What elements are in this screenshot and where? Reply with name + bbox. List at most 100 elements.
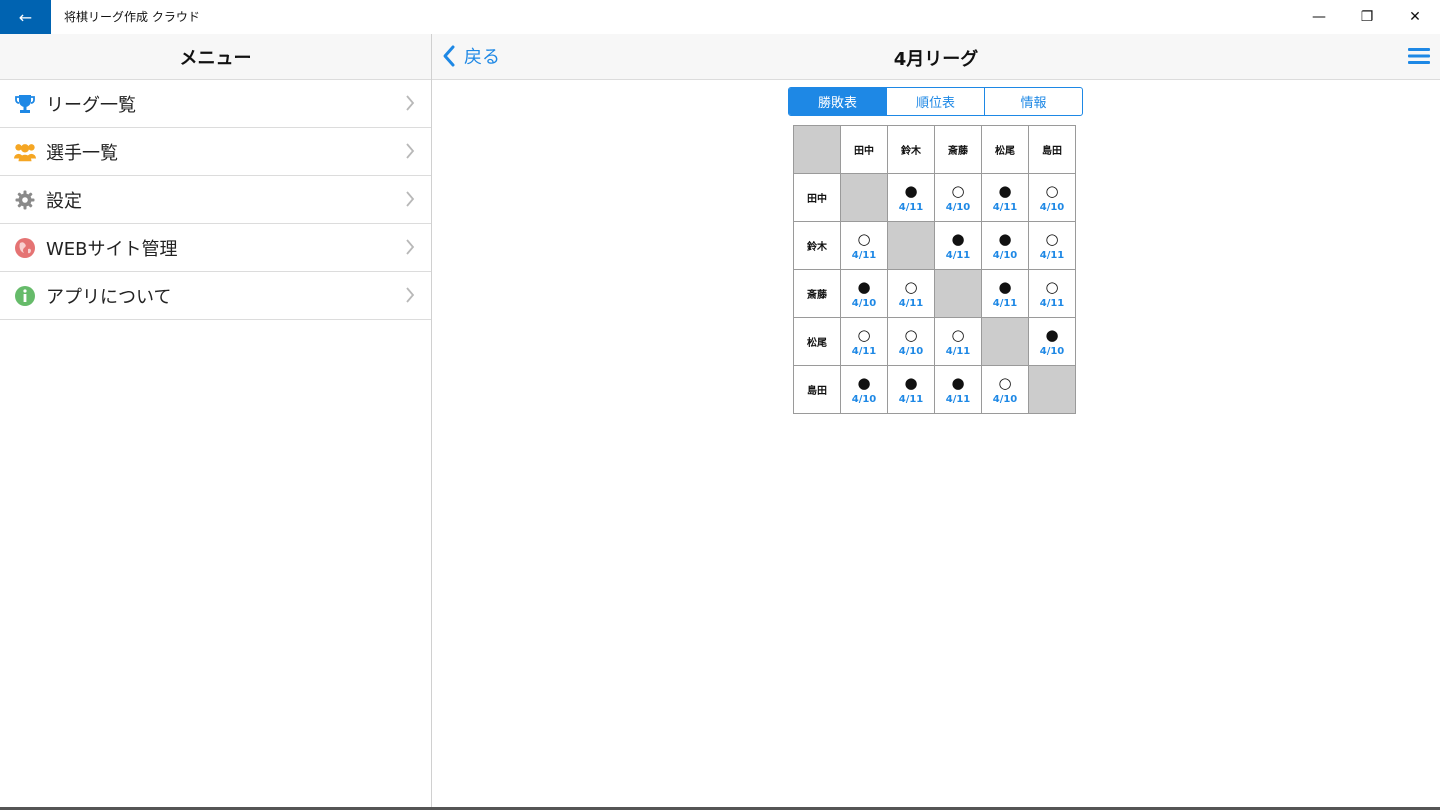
result-mark: ● (998, 181, 1012, 200)
diagonal-cell (887, 221, 935, 270)
main-header: 戻る 4月リーグ (432, 34, 1440, 80)
arrow-left-icon: ← (18, 7, 33, 27)
result-mark: ○ (998, 373, 1012, 392)
result-cell[interactable]: ● 4/10 (840, 269, 888, 318)
tab-standings[interactable]: 順位表 (886, 88, 984, 115)
result-mark: ● (951, 229, 965, 248)
close-button[interactable]: ✕ (1392, 0, 1438, 34)
result-date: 4/11 (851, 249, 877, 261)
result-date: 4/10 (992, 249, 1018, 261)
sidebar-item-label: 選手一覧 (46, 142, 118, 164)
sidebar-title: メニュー (0, 34, 431, 80)
result-mark: ● (904, 373, 918, 392)
table-row: 田中 ● 4/11 ○ 4/10 ● 4/11 ○ 4/10 (793, 173, 1076, 222)
result-date: 4/11 (851, 345, 877, 357)
result-date: 4/11 (992, 201, 1018, 213)
table-header-row: 田中 鈴木 斎藤 松尾 島田 (793, 125, 1076, 174)
result-cell[interactable]: ● 4/11 (981, 173, 1029, 222)
result-mark: ○ (857, 229, 871, 248)
result-cell[interactable]: ○ 4/11 (1028, 269, 1076, 318)
chevron-right-icon (406, 239, 415, 255)
sidebar-item-settings[interactable]: 設定 (0, 176, 431, 224)
result-cell[interactable]: ● 4/11 (887, 365, 935, 414)
window-back-button[interactable]: ← (0, 0, 51, 34)
result-cell[interactable]: ○ 4/11 (840, 221, 888, 270)
result-mark: ○ (904, 325, 918, 344)
result-date: 4/10 (898, 345, 924, 357)
chevron-right-icon (406, 191, 415, 207)
result-cell[interactable]: ● 4/11 (934, 365, 982, 414)
result-mark: ○ (1045, 277, 1059, 296)
app-title: 将棋リーグ作成 クラウド (64, 10, 200, 24)
corner-cell (793, 125, 841, 174)
globe-icon (13, 236, 37, 260)
result-cell[interactable]: ● 4/11 (934, 221, 982, 270)
result-cell[interactable]: ○ 4/10 (887, 317, 935, 366)
result-mark: ● (857, 373, 871, 392)
sidebar-item-league-list[interactable]: リーグ一覧 (0, 80, 431, 128)
column-header: 鈴木 (887, 125, 935, 174)
minimize-button[interactable]: — (1296, 0, 1342, 34)
result-mark: ● (857, 277, 871, 296)
column-header: 田中 (840, 125, 888, 174)
row-header: 島田 (793, 365, 841, 414)
result-date: 4/11 (992, 297, 1018, 309)
result-date: 4/11 (945, 393, 971, 405)
result-mark: ● (998, 277, 1012, 296)
hamburger-menu-icon[interactable] (1408, 46, 1430, 66)
sidebar-item-player-list[interactable]: 選手一覧 (0, 128, 431, 176)
chevron-right-icon (406, 287, 415, 303)
row-header: 鈴木 (793, 221, 841, 270)
result-mark: ○ (1045, 229, 1059, 248)
page-title: 4月リーグ (893, 49, 979, 70)
trophy-icon (13, 92, 37, 116)
result-cell[interactable]: ● 4/11 (981, 269, 1029, 318)
result-mark: ○ (904, 277, 918, 296)
result-date: 4/11 (1039, 297, 1065, 309)
result-cell[interactable]: ○ 4/11 (1028, 221, 1076, 270)
result-cell[interactable]: ● 4/10 (981, 221, 1029, 270)
result-date: 4/10 (851, 393, 877, 405)
users-icon (13, 140, 37, 164)
result-cell[interactable]: ○ 4/10 (934, 173, 982, 222)
result-date: 4/11 (945, 345, 971, 357)
result-mark: ● (951, 373, 965, 392)
title-bar: ← 将棋リーグ作成 クラウド — ❐ ✕ (0, 0, 1440, 34)
diagonal-cell (934, 269, 982, 318)
result-cell[interactable]: ○ 4/11 (887, 269, 935, 318)
info-icon (13, 284, 37, 308)
diagonal-cell (1028, 365, 1076, 414)
diagonal-cell (840, 173, 888, 222)
sidebar-item-label: アプリについて (46, 286, 172, 308)
result-mark: ● (1045, 325, 1059, 344)
row-header: 田中 (793, 173, 841, 222)
close-icon: ✕ (1409, 9, 1421, 25)
result-date: 4/10 (1039, 201, 1065, 213)
result-cell[interactable]: ○ 4/11 (934, 317, 982, 366)
tab-info[interactable]: 情報 (984, 88, 1082, 115)
sidebar: メニュー リーグ一覧 選手一覧 設定 WEBサイト管理 アプリについて (0, 34, 432, 808)
result-date: 4/11 (1039, 249, 1065, 261)
result-cell[interactable]: ○ 4/10 (981, 365, 1029, 414)
result-cell[interactable]: ● 4/11 (887, 173, 935, 222)
result-mark: ● (904, 181, 918, 200)
sidebar-item-about[interactable]: アプリについて (0, 272, 431, 320)
sidebar-item-label: WEBサイト管理 (46, 238, 178, 260)
result-cell[interactable]: ○ 4/11 (840, 317, 888, 366)
result-mark: ○ (951, 181, 965, 200)
column-header: 松尾 (981, 125, 1029, 174)
result-cell[interactable]: ○ 4/10 (1028, 173, 1076, 222)
result-date: 4/11 (898, 393, 924, 405)
chevron-right-icon (406, 95, 415, 111)
result-cell[interactable]: ● 4/10 (1028, 317, 1076, 366)
segmented-tabs: 勝敗表 順位表 情報 (788, 87, 1083, 116)
row-header: 斎藤 (793, 269, 841, 318)
sidebar-item-label: 設定 (46, 190, 82, 212)
tab-results[interactable]: 勝敗表 (789, 88, 886, 115)
result-cell[interactable]: ● 4/10 (840, 365, 888, 414)
result-mark: ○ (951, 325, 965, 344)
sidebar-item-label: リーグ一覧 (46, 94, 136, 116)
sidebar-item-website[interactable]: WEBサイト管理 (0, 224, 431, 272)
result-mark: ● (998, 229, 1012, 248)
restore-button[interactable]: ❐ (1344, 0, 1390, 34)
